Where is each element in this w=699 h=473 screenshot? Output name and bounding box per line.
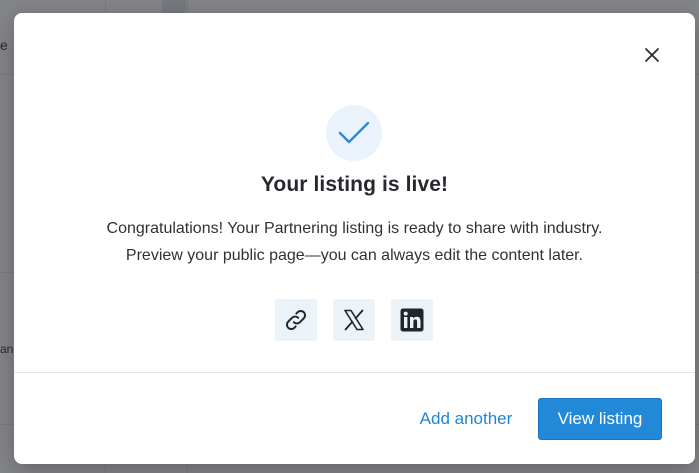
close-icon — [645, 48, 659, 62]
dialog-description: Congratulations! Your Partnering listing… — [14, 215, 695, 269]
footer-divider — [14, 372, 695, 373]
linkedin-icon — [400, 308, 424, 332]
x-twitter-icon — [344, 309, 364, 331]
checkmark-icon — [338, 121, 370, 144]
add-another-button[interactable]: Add another — [412, 398, 520, 440]
share-buttons — [275, 299, 433, 341]
share-linkedin-button[interactable] — [391, 299, 433, 341]
listing-live-dialog: Your listing is live! Congratulations! Y… — [14, 13, 695, 464]
view-listing-button[interactable]: View listing — [538, 398, 662, 440]
close-button[interactable] — [639, 42, 665, 68]
description-line: Preview your public page—you can always … — [125, 247, 584, 264]
copy-link-button[interactable] — [275, 299, 317, 341]
dialog-title: Your listing is live! — [260, 173, 449, 196]
link-icon — [286, 310, 306, 330]
share-x-button[interactable] — [333, 299, 375, 341]
description-line: Congratulations! Your Partnering listing… — [106, 220, 603, 237]
success-badge — [326, 105, 382, 161]
